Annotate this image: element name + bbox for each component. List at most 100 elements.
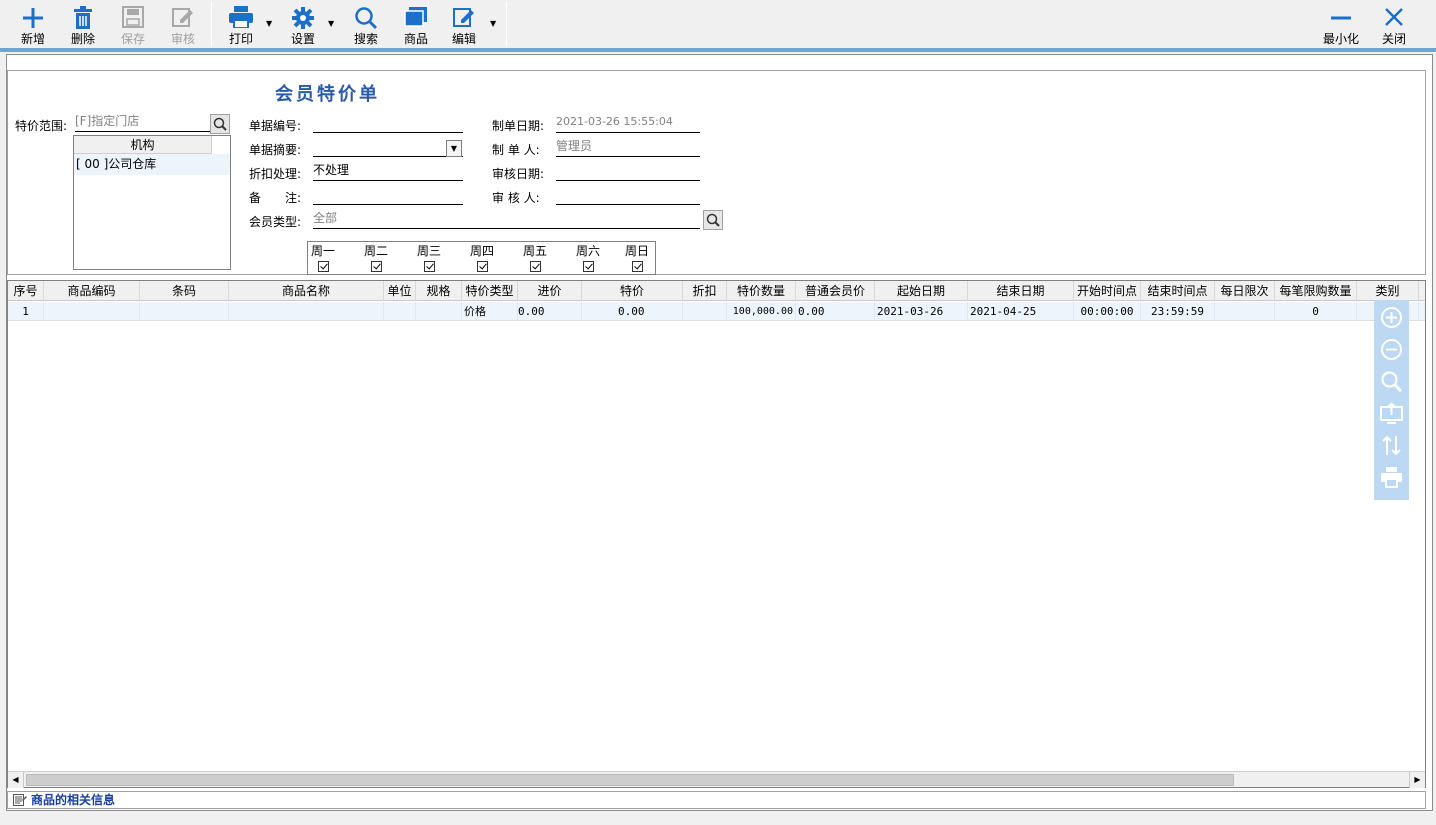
print-dropdown-arrow[interactable]: ▼	[266, 19, 272, 28]
cell-per-order-limit[interactable]: 0	[1275, 302, 1357, 321]
column-header[interactable]: 商品名称	[229, 281, 384, 301]
column-header[interactable]: 起始日期	[875, 281, 968, 301]
column-header[interactable]: 特价数量	[727, 281, 796, 301]
save-button[interactable]: 保存	[114, 4, 152, 48]
column-header[interactable]: 类别	[1357, 281, 1419, 301]
column-header[interactable]: 开始时间点	[1074, 281, 1141, 301]
column-header[interactable]: 序号	[8, 281, 44, 301]
weekday-sat[interactable]: 周六	[573, 244, 603, 272]
audit-date-field	[556, 161, 700, 181]
list-item[interactable]: [ 00 ]公司仓库	[74, 154, 230, 175]
print-button[interactable]: 打印	[222, 4, 260, 48]
weekday-wed[interactable]: 周三	[414, 244, 444, 272]
table-row[interactable]: 1 价格 0.00 0.00 100,000.00 0.00 2021-03-2…	[8, 302, 1425, 321]
column-header[interactable]: 特价	[582, 281, 683, 301]
column-header[interactable]: 结束时间点	[1141, 281, 1215, 301]
search-icon	[347, 6, 385, 32]
summary-combo[interactable]	[313, 137, 463, 157]
scrollbar-thumb[interactable]	[26, 774, 1234, 786]
search-icon	[706, 213, 720, 227]
member-type-search-button[interactable]	[703, 210, 723, 230]
column-header[interactable]: 每笔限购数量	[1275, 281, 1357, 301]
remark-field[interactable]	[313, 185, 463, 205]
cell-code[interactable]	[44, 302, 140, 321]
doc-no-field[interactable]	[313, 113, 463, 133]
goods-button[interactable]: 商品	[397, 4, 435, 48]
cell-barcode[interactable]	[140, 302, 229, 321]
checkbox[interactable]	[631, 261, 643, 272]
checkbox[interactable]	[476, 261, 488, 272]
weekday-fri[interactable]: 周五	[520, 244, 550, 272]
remark-label: 备 注:	[249, 191, 302, 205]
column-header[interactable]: 单位	[384, 281, 416, 301]
cell-start-date[interactable]: 2021-03-26	[875, 302, 968, 321]
weekday-mon[interactable]: 周一	[308, 244, 338, 272]
search-icon[interactable]	[1380, 370, 1403, 393]
weekday-tue[interactable]: 周二	[361, 244, 391, 272]
cell-cost[interactable]: 0.00	[518, 302, 582, 321]
chevron-down-icon[interactable]: ▼	[446, 140, 462, 157]
scope-field[interactable]: [F]指定门店	[75, 112, 210, 132]
cell-start-time[interactable]: 00:00:00	[1074, 302, 1141, 321]
settings-button[interactable]: 设置	[284, 4, 322, 48]
goods-info-bar[interactable]: 商品的相关信息	[7, 791, 1426, 809]
close-button[interactable]: 关闭	[1376, 4, 1412, 48]
column-header[interactable]: 进价	[518, 281, 582, 301]
column-header[interactable]: 商品编码	[44, 281, 140, 301]
checkbox[interactable]	[317, 261, 329, 272]
horizontal-scrollbar[interactable]: ◀ ▶	[8, 771, 1425, 788]
create-date-label: 制单日期:	[492, 119, 545, 133]
sort-icon[interactable]	[1380, 434, 1403, 457]
column-header[interactable]: 结束日期	[968, 281, 1074, 301]
cell-daily-limit[interactable]	[1215, 302, 1275, 321]
edit-button[interactable]: 编辑	[445, 4, 483, 48]
scroll-right-icon[interactable]: ▶	[1409, 772, 1425, 788]
cell-end-date[interactable]: 2021-04-25	[968, 302, 1074, 321]
column-header[interactable]: 普通会员价	[796, 281, 875, 301]
cell-unit[interactable]	[384, 302, 416, 321]
column-header[interactable]: 每日限次	[1215, 281, 1275, 301]
cell-discount[interactable]	[683, 302, 727, 321]
cell-name[interactable]	[229, 302, 384, 321]
column-header[interactable]: 规格	[416, 281, 462, 301]
checkbox[interactable]	[370, 261, 382, 272]
weekday-selector: 周一 周二 周三 周四 周五 周六 周日	[307, 241, 656, 275]
cell-end-time[interactable]: 23:59:59	[1141, 302, 1215, 321]
zoom-out-icon[interactable]	[1380, 338, 1403, 361]
minimize-button[interactable]: 最小化	[1318, 4, 1364, 48]
export-icon[interactable]	[1380, 402, 1403, 425]
column-header[interactable]: 特价类型	[462, 281, 518, 301]
cell-special-price[interactable]: 0.00	[582, 302, 683, 321]
cell-member-price[interactable]: 0.00	[796, 302, 875, 321]
checkbox[interactable]	[582, 261, 594, 272]
column-header[interactable]: 折扣	[683, 281, 727, 301]
discount-field[interactable]: 不处理	[313, 161, 463, 181]
zoom-in-icon[interactable]	[1380, 306, 1403, 329]
column-header[interactable]: 条码	[140, 281, 229, 301]
member-type-field[interactable]: 全部	[313, 209, 700, 229]
goods-grid[interactable]: 序号 商品编码 条码 商品名称 单位 规格 特价类型 进价 特价 折扣 特价数量…	[7, 280, 1426, 788]
scope-search-button[interactable]	[210, 114, 230, 134]
cell-seq[interactable]: 1	[8, 302, 44, 321]
cell-type[interactable]: 价格	[462, 302, 518, 321]
settings-dropdown-arrow[interactable]: ▼	[328, 19, 334, 28]
printer-icon[interactable]	[1380, 466, 1403, 489]
edit-dropdown-arrow[interactable]: ▼	[490, 19, 496, 28]
cell-spec[interactable]	[416, 302, 462, 321]
checkbox[interactable]	[423, 261, 435, 272]
org-list[interactable]: 机构 [ 00 ]公司仓库	[73, 135, 231, 270]
side-tool-strip	[1374, 300, 1409, 500]
cell-quantity[interactable]: 100,000.00	[727, 302, 796, 321]
delete-button[interactable]: 删除	[64, 4, 102, 48]
weekday-sun[interactable]: 周日	[622, 244, 652, 272]
audit-button[interactable]: 审核	[164, 4, 202, 48]
scroll-left-icon[interactable]: ◀	[8, 772, 24, 788]
discount-label: 折扣处理:	[249, 167, 302, 181]
search-button[interactable]: 搜索	[347, 4, 385, 48]
plus-icon	[14, 6, 52, 32]
audit-date-label: 审核日期:	[492, 167, 545, 181]
checkbox[interactable]	[529, 261, 541, 272]
weekday-thu[interactable]: 周四	[467, 244, 497, 272]
add-button[interactable]: 新增	[14, 4, 52, 48]
page-title: 会员特价单	[275, 84, 380, 105]
